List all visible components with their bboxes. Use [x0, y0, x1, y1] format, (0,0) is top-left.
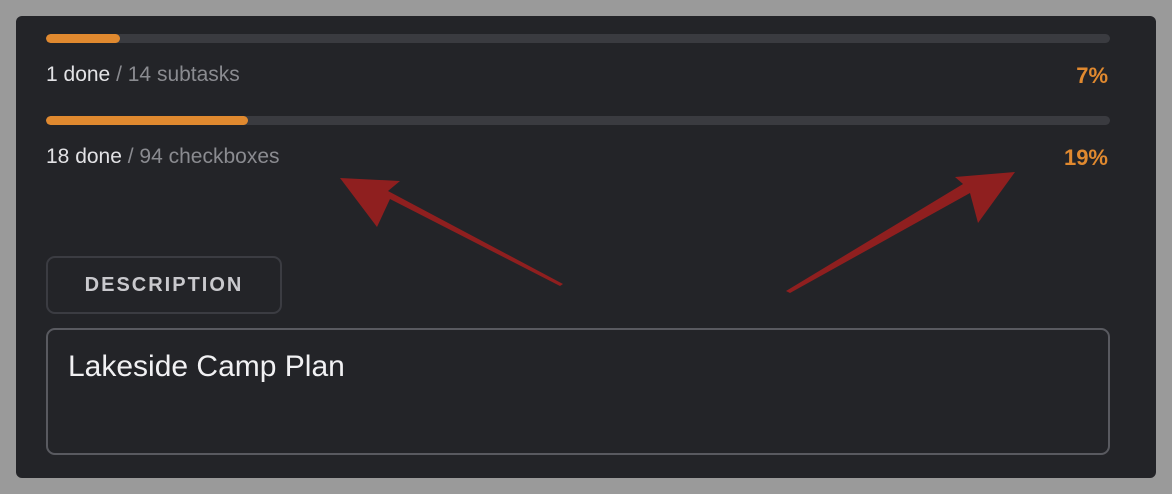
arrow-left-annotation: [340, 178, 563, 286]
annotation-arrows: [340, 172, 1015, 293]
arrow-right-annotation: [786, 172, 1015, 293]
